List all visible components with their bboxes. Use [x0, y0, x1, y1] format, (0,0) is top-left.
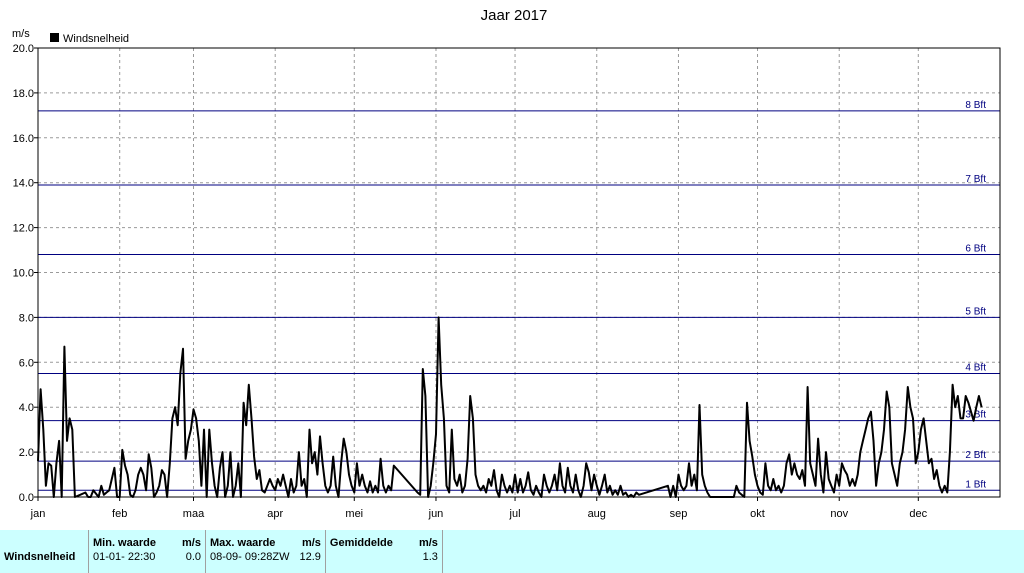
x-tick-label: jul [509, 508, 521, 520]
y-tick-label: 18.0 [13, 88, 34, 100]
y-tick-label: 20.0 [13, 43, 34, 55]
x-tick-label: maa [183, 508, 205, 520]
wind-speed-chart: Jaar 2017 m/s Windsnelheid 0.0 2.0 4.0 6.0 8… [12, 7, 1001, 520]
min-header: Min. waarde [93, 537, 156, 549]
x-tick-label: jun [428, 508, 444, 520]
y-tick-label: 8.0 [19, 312, 34, 324]
avg-value: 1.3 [422, 551, 438, 563]
beaufort-label: 4 Bft [965, 363, 986, 374]
min-unit: m/s [182, 537, 201, 549]
max-header: Max. waarde [210, 537, 276, 549]
stats-min-cell: Min. waarde m/s 01-01- 22:30 0.0 [88, 530, 206, 573]
max-unit: m/s [301, 537, 321, 549]
max-time-dir: 08-09- 09:28ZW [210, 551, 290, 563]
x-tick-label: sep [670, 508, 688, 520]
plot-area: 0.0 2.0 4.0 6.0 8.0 10.0 12.0 14.0 16.0 18.0 20.0 j… [13, 43, 1001, 520]
x-tick-label: jan [30, 508, 46, 520]
x-tick-label: feb [112, 508, 127, 520]
stats-max-cell: Max. waarde m/s 08-09- 09:28ZW 12.9 [205, 530, 326, 573]
min-time: 01-01- 22:30 [93, 551, 156, 563]
stats-row-label: Windsnelheid [4, 551, 76, 563]
stats-max-header: Max. waarde m/s [210, 537, 321, 549]
stats-avg-header: Gemiddelde m/s [330, 537, 438, 549]
series-line-windsnelheid [37, 316, 983, 498]
beaufort-label: 5 Bft [965, 306, 986, 317]
x-tick-label: apr [267, 508, 283, 520]
y-axis-label: m/s [12, 28, 30, 40]
stats-min-header: Min. waarde m/s [93, 537, 201, 549]
stats-row: Windsnelheid Min. waarde m/s 01-01- 22:3… [0, 530, 443, 573]
max-dir: ZW [272, 551, 290, 563]
max-time: 08-09- 09:28 [210, 551, 273, 563]
y-tick-label: 12.0 [13, 223, 34, 235]
beaufort-label: 7 Bft [965, 174, 986, 185]
y-tick-label: 4.0 [19, 402, 34, 414]
chart-title: Jaar 2017 [481, 7, 548, 24]
avg-unit: m/s [418, 537, 438, 549]
stats-row-label-cell: Windsnelheid [0, 530, 89, 573]
x-tick-label: mei [345, 508, 363, 520]
avg-header: Gemiddelde [329, 537, 393, 549]
beaufort-label: 6 Bft [965, 244, 986, 255]
beaufort-label: 1 Bft [965, 479, 986, 490]
x-tick-label: nov [830, 508, 848, 520]
max-value: 12.9 [299, 551, 321, 563]
legend-swatch [50, 33, 59, 42]
stats-panel: Windsnelheid Min. waarde m/s 01-01- 22:3… [0, 530, 1024, 573]
y-tick-label: 0.0 [19, 492, 34, 504]
x-tick-label: aug [588, 508, 606, 520]
stats-min-values: 01-01- 22:30 0.0 [93, 551, 201, 563]
y-tick-label: 2.0 [19, 447, 34, 459]
stats-table: Windsnelheid Min. waarde m/s 01-01- 22:3… [0, 530, 443, 573]
y-tick-label: 14.0 [13, 178, 34, 190]
stats-avg-values: 1.3 [330, 551, 438, 563]
y-tick-label: 16.0 [13, 133, 34, 145]
y-tick-label: 6.0 [19, 357, 34, 369]
x-tick-label: okt [750, 508, 765, 520]
x-tick-label: dec [909, 508, 927, 520]
stats-max-values: 08-09- 09:28ZW 12.9 [210, 551, 321, 563]
min-value: 0.0 [185, 551, 201, 563]
y-tick-label: 10.0 [13, 268, 34, 280]
legend-label: Windsnelheid [63, 33, 129, 45]
stats-avg-cell: Gemiddelde m/s 1.3 [325, 530, 443, 573]
beaufort-label: 8 Bft [965, 100, 986, 111]
beaufort-label: 2 Bft [965, 450, 986, 461]
